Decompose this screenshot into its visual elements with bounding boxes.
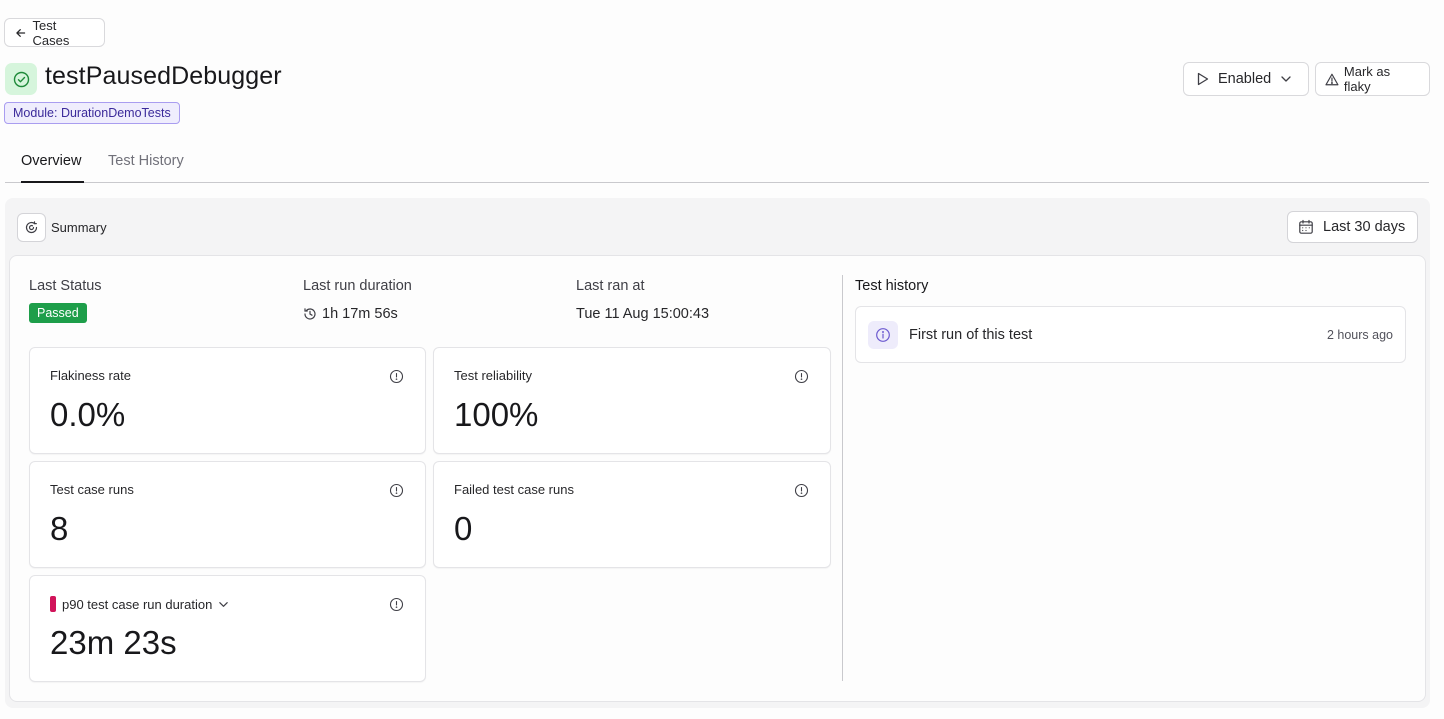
summary-label: Summary [51, 220, 107, 235]
history-item-time: 2 hours ago [1326, 328, 1393, 342]
warning-triangle-icon [1325, 73, 1339, 85]
info-icon[interactable] [389, 369, 404, 384]
last-ran-at-label: Last ran at [576, 278, 645, 294]
history-item-text: First run of this test [909, 327, 1033, 343]
last-ran-at-value: Tue 11 Aug 15:00:43 [576, 306, 710, 322]
vertical-divider [842, 275, 843, 681]
card-value: 100% [454, 396, 539, 433]
status-badge: Passed [29, 303, 87, 323]
card-label: Failed test case runs [454, 482, 574, 497]
info-icon[interactable] [794, 483, 809, 498]
card-label: Flakiness rate [50, 368, 131, 383]
mark-as-flaky-button[interactable]: Mark as flaky [1315, 62, 1430, 96]
enabled-dropdown[interactable]: Enabled [1183, 62, 1309, 96]
last-run-duration-label: Last run duration [303, 278, 412, 294]
last-status-label: Last Status [29, 278, 102, 294]
tab-overview[interactable]: Overview [21, 146, 84, 183]
card-value: 0 [454, 510, 473, 547]
p90-color-marker [50, 596, 56, 612]
date-range-button[interactable]: Last 30 days [1287, 211, 1418, 243]
info-icon[interactable] [389, 483, 404, 498]
tab-bar: Overview Test History [5, 146, 1429, 183]
card-label: p90 test case run duration [62, 596, 213, 612]
card-value: 0.0% [50, 396, 126, 433]
enabled-label: Enabled [1218, 71, 1272, 87]
passed-status-icon [5, 63, 37, 95]
chevron-down-icon [1281, 76, 1291, 82]
card-label: Test case runs [50, 482, 134, 497]
arrow-left-icon [16, 28, 26, 37]
last-run-duration: 1h 17m 56s [303, 306, 398, 322]
last-run-duration-value: 1h 17m 56s [322, 306, 398, 322]
failed-test-case-runs-card: Failed test case runs 0 [433, 461, 831, 568]
info-icon[interactable] [389, 597, 404, 612]
flakiness-rate-card: Flakiness rate 0.0% [29, 347, 426, 454]
test-case-runs-card: Test case runs 8 [29, 461, 426, 568]
date-range-label: Last 30 days [1323, 219, 1406, 235]
calendar-icon [1299, 219, 1313, 234]
card-label: Test reliability [454, 368, 533, 383]
info-icon[interactable] [794, 369, 809, 384]
tab-test-history[interactable]: Test History [108, 146, 184, 183]
test-history-title: Test history [855, 278, 929, 294]
summary-icon[interactable] [17, 213, 46, 242]
test-reliability-card: Test reliability 100% [433, 347, 831, 454]
card-value: 8 [50, 510, 69, 547]
page-title: testPausedDebugger [45, 62, 282, 90]
card-value: 23m 23s [50, 624, 177, 661]
module-badge: Module: DurationDemoTests [4, 102, 180, 124]
p90-duration-card: p90 test case run duration 23m 23s [29, 575, 426, 682]
play-icon [1197, 72, 1209, 86]
chevron-down-icon [219, 601, 229, 607]
history-clock-icon [304, 308, 316, 320]
p90-metric-dropdown[interactable]: p90 test case run duration [50, 596, 229, 612]
mark-as-flaky-label: Mark as flaky [1343, 64, 1391, 94]
history-item[interactable]: First run of this test 2 hours ago [855, 306, 1406, 363]
back-button-label: Test Cases [32, 17, 70, 48]
info-circle-icon [868, 321, 898, 349]
back-button[interactable]: Test Cases [4, 17, 105, 48]
